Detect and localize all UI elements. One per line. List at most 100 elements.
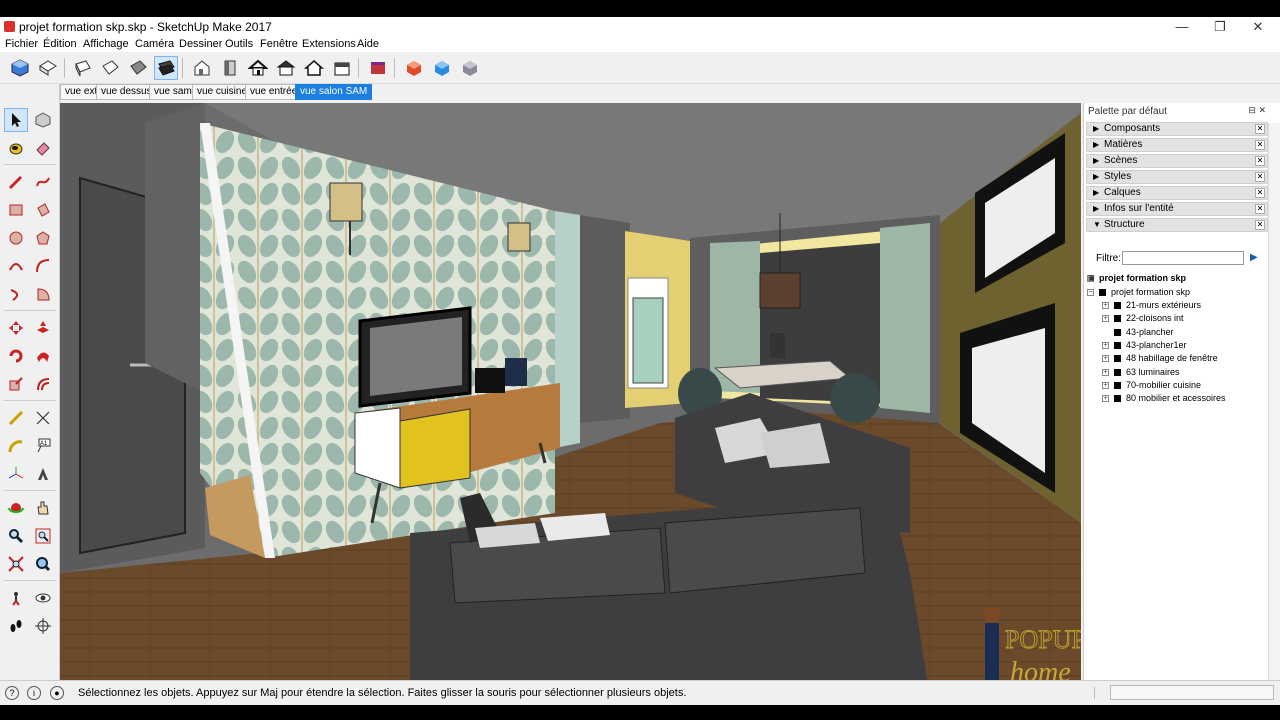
push-pull-icon[interactable] xyxy=(31,316,55,340)
look-around-icon[interactable] xyxy=(31,586,55,610)
position-camera-icon[interactable] xyxy=(4,586,28,610)
menu-outils[interactable]: Outils xyxy=(225,38,253,50)
credits-icon[interactable]: i xyxy=(27,686,41,700)
house-outline-icon[interactable] xyxy=(302,56,326,80)
house-front-icon[interactable] xyxy=(246,56,270,80)
two-point-arc-icon[interactable] xyxy=(31,254,55,278)
back-view-icon[interactable] xyxy=(126,56,150,80)
text-icon[interactable]: A1 xyxy=(31,434,55,458)
close-button[interactable]: ✕ xyxy=(1238,17,1278,37)
tray-close-icon[interactable]: ✕ xyxy=(1255,124,1265,134)
house-side-icon[interactable] xyxy=(330,56,354,80)
rectangle-icon[interactable] xyxy=(4,198,28,222)
orbit-icon[interactable] xyxy=(4,496,28,520)
model-viewport[interactable]: POPUP home xyxy=(60,103,1081,697)
tape-measure-icon[interactable] xyxy=(4,406,28,430)
menu-extensions[interactable]: Extensions xyxy=(302,38,356,50)
user-account-icon[interactable]: ● xyxy=(50,686,64,700)
zoom-icon[interactable] xyxy=(4,524,28,548)
front-view-icon[interactable] xyxy=(70,56,94,80)
eraser-icon[interactable] xyxy=(31,136,55,160)
pencil-icon[interactable] xyxy=(4,170,28,194)
outliner-root[interactable]: ▣ projet formation skp xyxy=(1087,273,1186,286)
expand-icon[interactable]: + xyxy=(1102,382,1109,390)
previous-view-icon[interactable] xyxy=(31,552,55,576)
rotate-icon[interactable] xyxy=(4,344,28,368)
outliner-item[interactable]: +63 luminaires xyxy=(1102,367,1180,380)
outliner-item[interactable]: +43-plancher1er xyxy=(1102,340,1187,353)
collapse-icon[interactable]: − xyxy=(1087,289,1094,297)
geolocation-icon[interactable]: ? xyxy=(5,686,19,700)
menu-camera[interactable]: Caméra xyxy=(135,38,174,50)
freehand-icon[interactable] xyxy=(31,170,55,194)
expand-icon[interactable]: + xyxy=(1102,369,1109,377)
house-iso-icon[interactable] xyxy=(190,56,214,80)
outliner-item[interactable]: 43-plancher xyxy=(1114,327,1174,340)
outliner-item[interactable]: +22-cloisons int xyxy=(1102,313,1184,326)
paint-bucket-icon[interactable] xyxy=(4,136,28,160)
protractor-icon[interactable] xyxy=(4,434,28,458)
minimize-button[interactable]: — xyxy=(1162,17,1202,37)
tray-close-icon[interactable]: ✕ xyxy=(1255,156,1265,166)
layout-red-icon[interactable] xyxy=(402,56,426,80)
offset-icon[interactable] xyxy=(31,372,55,396)
outliner-item[interactable]: +21-murs extérieurs xyxy=(1102,300,1201,313)
tray-close-icon[interactable]: ✕ xyxy=(1255,204,1265,214)
outliner-expand-icon[interactable]: ▶ xyxy=(1250,252,1258,263)
menu-aide[interactable]: Aide xyxy=(357,38,379,50)
wall-icon[interactable] xyxy=(218,56,242,80)
filter-input[interactable] xyxy=(1122,251,1244,265)
arc-icon[interactable] xyxy=(4,254,28,278)
tray-calques[interactable]: ▶ Calques ✕ xyxy=(1086,186,1268,200)
tab-vue-cuisine[interactable]: vue cuisine xyxy=(192,84,253,100)
expand-icon[interactable]: + xyxy=(1102,342,1109,350)
maximize-button[interactable]: ❐ xyxy=(1200,17,1240,37)
polygon-icon[interactable] xyxy=(31,226,55,250)
left-view-icon[interactable] xyxy=(154,56,178,80)
expand-icon[interactable]: + xyxy=(1102,355,1109,363)
walk-icon[interactable] xyxy=(4,614,28,638)
move-icon[interactable] xyxy=(4,316,28,340)
expand-icon[interactable]: + xyxy=(1102,395,1109,403)
iso-view-icon[interactable] xyxy=(8,56,32,80)
extension-warehouse-icon[interactable] xyxy=(366,56,390,80)
tab-vue-entree[interactable]: vue entrée xyxy=(245,84,303,100)
menu-fenetre[interactable]: Fenêtre xyxy=(260,38,298,50)
menu-fichier[interactable]: Fichier xyxy=(5,38,38,50)
outliner-item[interactable]: +70-mobilier cuisine xyxy=(1102,380,1201,393)
tray-structure[interactable]: ▼ Structure ✕ xyxy=(1086,218,1268,232)
layout-blue-icon[interactable] xyxy=(430,56,454,80)
tray-scenes[interactable]: ▶ Scènes ✕ xyxy=(1086,154,1268,168)
tab-vue-dessus[interactable]: vue dessus xyxy=(96,84,157,100)
dimension-icon[interactable] xyxy=(31,406,55,430)
zoom-extents-icon[interactable] xyxy=(4,552,28,576)
outliner-item[interactable]: +80 mobilier et acessoires xyxy=(1102,393,1226,406)
make-component-icon[interactable] xyxy=(31,108,55,132)
tray-matieres[interactable]: ▶ Matières ✕ xyxy=(1086,138,1268,152)
three-point-arc-icon[interactable] xyxy=(4,282,28,306)
tray-infos-entite[interactable]: ▶ Infos sur l'entité ✕ xyxy=(1086,202,1268,216)
tab-vue-sam[interactable]: vue sam xyxy=(149,84,197,100)
tray-close-icon[interactable]: ✕ xyxy=(1255,220,1265,230)
scale-icon[interactable] xyxy=(4,372,28,396)
tray-close-icon[interactable]: ✕ xyxy=(1255,172,1265,182)
pie-icon[interactable] xyxy=(31,282,55,306)
panel-window-buttons[interactable]: ⊟ ✕ xyxy=(1248,105,1266,116)
circle-icon[interactable] xyxy=(4,226,28,250)
tray-composants[interactable]: ▶ Composants ✕ xyxy=(1086,122,1268,136)
rotated-rectangle-icon[interactable] xyxy=(31,198,55,222)
select-icon[interactable] xyxy=(4,108,28,132)
panel-scrollbar[interactable] xyxy=(1268,123,1280,697)
right-view-icon[interactable] xyxy=(98,56,122,80)
pan-icon[interactable] xyxy=(31,496,55,520)
layout-grey-icon[interactable] xyxy=(458,56,482,80)
tab-vue-salon-sam[interactable]: vue salon SAM xyxy=(295,84,373,100)
menu-affichage[interactable]: Affichage xyxy=(83,38,129,50)
outliner-item[interactable]: +48 habillage de fenêtre xyxy=(1102,353,1218,366)
tray-close-icon[interactable]: ✕ xyxy=(1255,188,1265,198)
top-view-icon[interactable] xyxy=(36,56,60,80)
menu-dessiner[interactable]: Dessiner xyxy=(179,38,222,50)
tray-close-icon[interactable]: ✕ xyxy=(1255,140,1265,150)
axes-icon[interactable] xyxy=(4,462,28,486)
house-roof-icon[interactable] xyxy=(274,56,298,80)
